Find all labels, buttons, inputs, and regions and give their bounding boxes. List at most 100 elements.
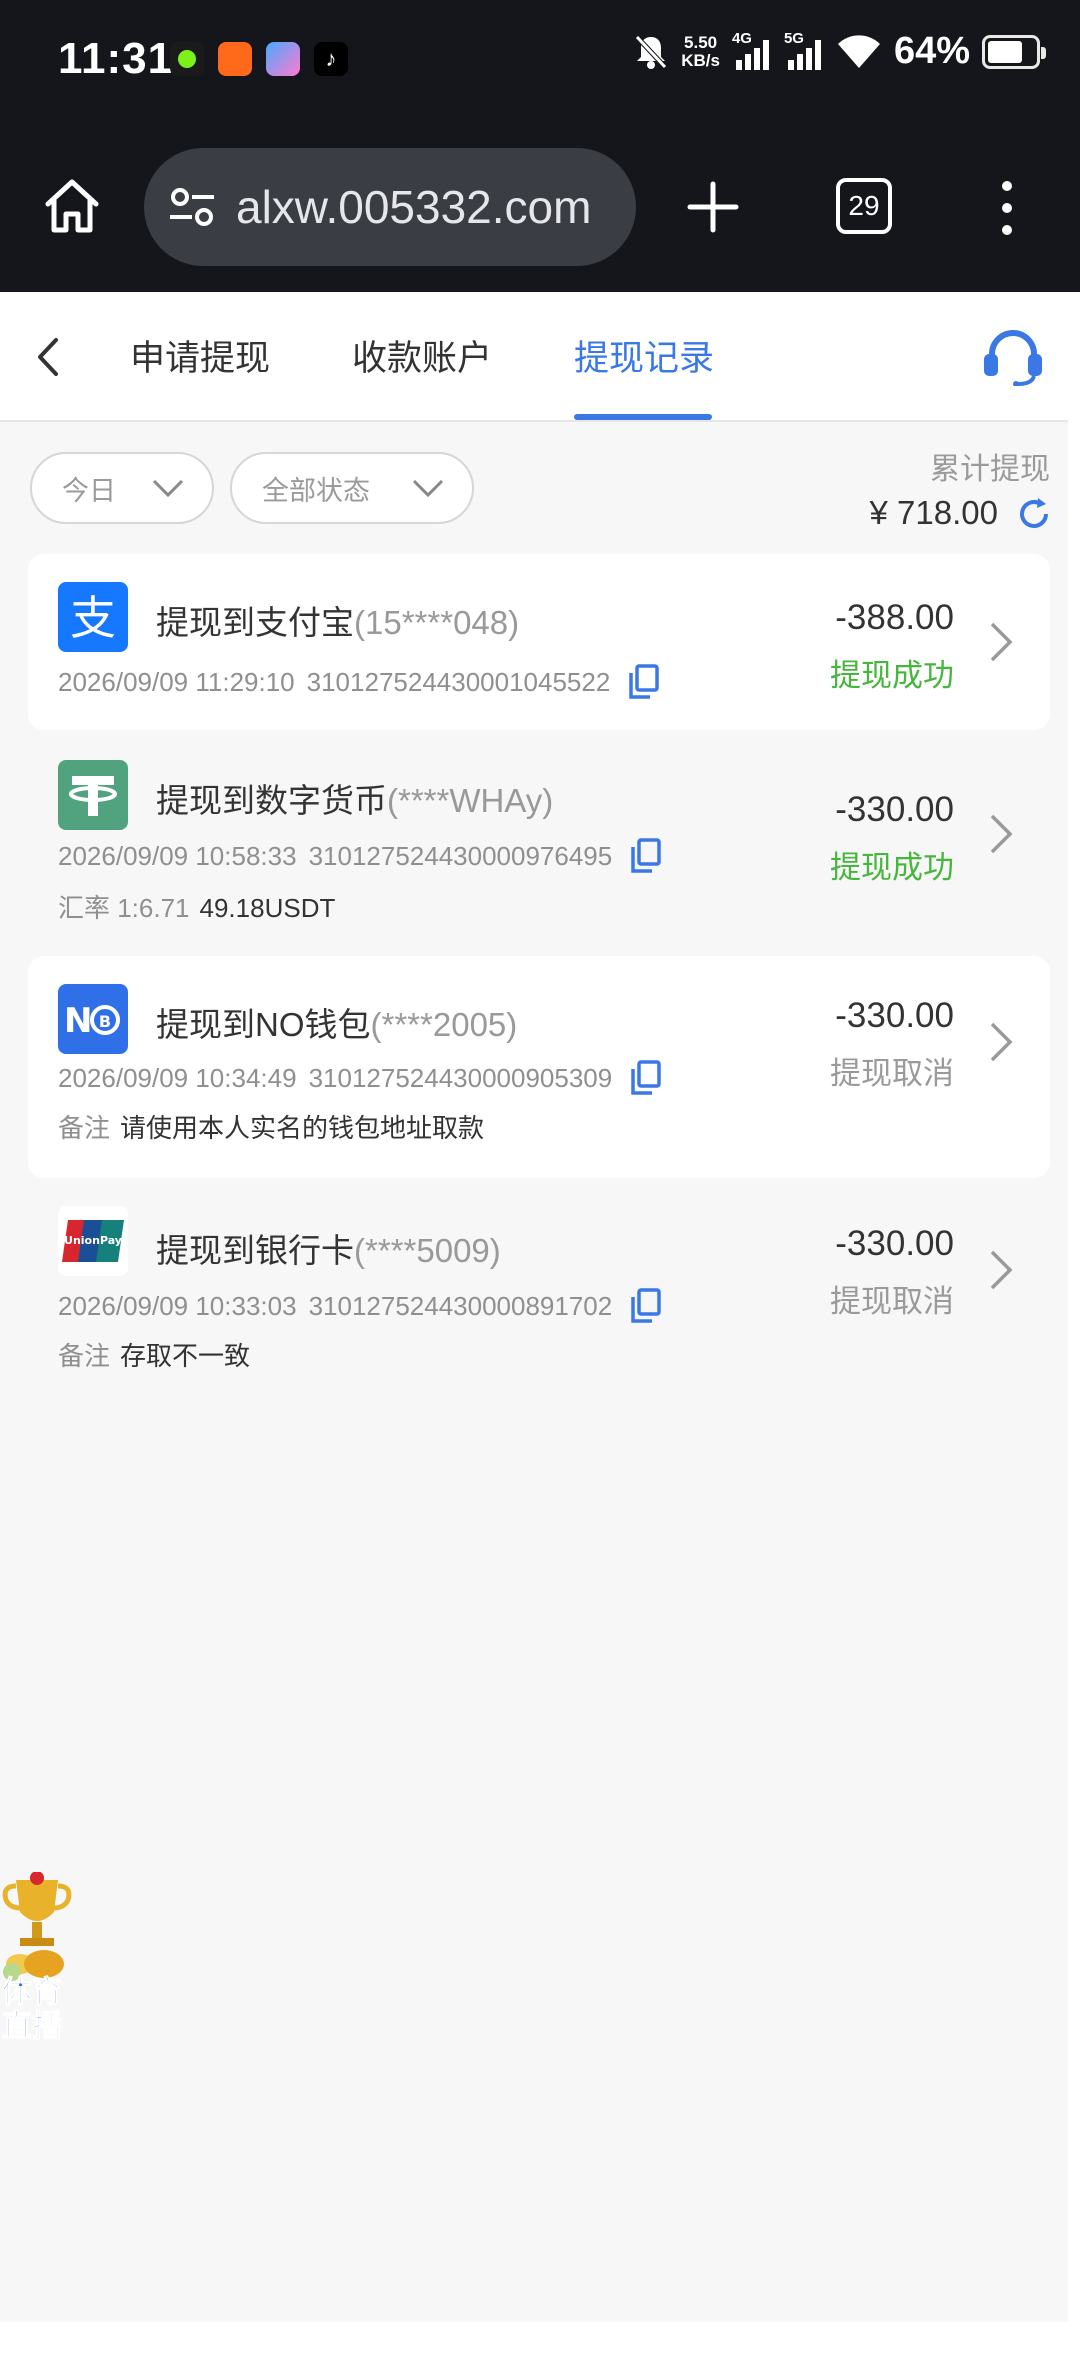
withdraw-records-page: 申请提现 收款账户 提现记录 今日 全部状态 累计提现 ¥ 718.00 支 提… [0,292,1068,2322]
record-amount: -330.00 [835,1224,954,1263]
tab-apply-withdraw[interactable]: 申请提现 [130,330,270,381]
address-bar[interactable]: alxw.005332.com [144,148,636,266]
record-card-no-wallet[interactable]: N B 提现到NO钱包(****2005) 2026/09/09 10:34:4… [28,956,1050,1178]
record-datetime: 2026/09/09 11:29:10 [58,666,295,697]
net-speed-unit: KB/s [681,50,720,70]
record-meta: 2026/09/09 11:29:10 31012752443000104552… [58,664,660,700]
date-filter-dropdown[interactable]: 今日 [30,452,214,524]
tab-payee-account[interactable]: 收款账户 [352,330,492,381]
badge-line-2: 直播 [2,2010,63,2044]
browser-toolbar: alxw.005332.com 29 [0,120,1080,292]
record-order-number: 310127524430000891702 [308,1290,613,1321]
copy-icon[interactable] [630,1288,662,1324]
record-order-number: 310127524430001045522 [306,666,611,697]
record-meta: 2026/09/09 10:58:33 31012752443000097649… [58,838,662,874]
chevron-down-icon [152,479,184,498]
record-title-text: 提现到银行卡 [156,1232,354,1269]
copy-icon[interactable] [630,1060,662,1096]
record-order-number: 310127524430000976495 [308,840,613,871]
record-status: 提现成功 [830,658,954,693]
record-amount: -388.00 [835,598,954,637]
url-text: alxw.005332.com [236,181,592,233]
chevron-right-icon [990,1022,1013,1062]
battery-icon [982,34,1046,69]
record-datetime: 2026/09/09 10:58:33 [58,840,297,871]
note-label: 备注 [58,1341,111,1371]
note-label: 备注 [58,1113,111,1143]
record-meta: 2026/09/09 10:33:03 31012752443000089170… [58,1288,662,1324]
chevron-down-icon [412,479,444,498]
record-status: 提现取消 [830,1284,954,1319]
record-card-crypto[interactable]: 提现到数字货币(****WHAy) 2026/09/09 10:58:33 31… [28,738,1050,923]
chevron-right-icon [990,1250,1013,1290]
status-filter-dropdown[interactable]: 全部状态 [230,452,474,524]
customer-service-headset-icon[interactable] [980,326,1046,386]
record-status: 提现成功 [830,850,954,885]
no-wallet-icon: N B [58,984,128,1054]
more-menu-icon[interactable] [990,178,1024,238]
back-arrow-icon[interactable] [28,332,68,382]
notification-icons: ♪ [170,42,348,76]
battery-percent: 64% [893,30,970,72]
sports-live-label: 体育 直播 [2,1976,63,2044]
svg-text:支: 支 [70,591,116,645]
active-tab-indicator [574,414,712,420]
net-speed: 5.50 KB/s [681,32,720,70]
record-datetime: 2026/09/09 10:34:49 [58,1062,297,1093]
record-account: (15****048) [354,604,520,641]
tab-withdraw-records[interactable]: 提现记录 [574,330,714,381]
site-settings-icon[interactable] [164,179,220,235]
svg-text:N: N [64,1001,92,1041]
record-account: (****5009) [354,1232,501,1269]
top-tab-bar: 申请提现 收款账户 提现记录 [0,292,1068,422]
green-dot-app-icon [170,42,204,76]
record-title-text: 提现到数字货币 [156,782,387,819]
record-status: 提现取消 [830,1056,954,1091]
record-datetime: 2026/09/09 10:33:03 [58,1290,297,1321]
record-card-bank[interactable]: UnionPay 提现到银行卡(****5009) 2026/09/09 10:… [28,1188,1050,1388]
status-time: 11:31 [58,34,174,83]
home-icon[interactable] [42,176,102,236]
record-account: (****2005) [370,1006,518,1043]
svg-text:UnionPay: UnionPay [64,1234,122,1247]
blue-app-icon [266,42,300,76]
date-filter-value: 今日 [62,475,116,506]
sports-live-float-button[interactable]: 体育 直播 [0,1871,74,2052]
refresh-icon[interactable] [1016,496,1052,532]
total-withdraw-amount: ¥ 718.00 [869,494,998,531]
new-tab-icon[interactable] [686,180,740,234]
record-order-number: 310127524430000905309 [308,1062,613,1093]
status-bar: 11:31 ♪ 5.50 KB/s 4G 5G 64% [0,0,1080,120]
wifi-icon [837,34,880,68]
note-text: 存取不一致 [120,1341,251,1371]
net-speed-value: 5.50 [684,32,718,52]
alipay-icon: 支 [58,582,128,652]
record-note: 汇率 1:6.71 49.18USDT [58,888,335,925]
record-meta: 2026/09/09 10:34:49 31012752443000090530… [58,1060,662,1096]
record-title-text: 提现到NO钱包 [156,1006,371,1043]
signal-4g-icon: 4G [732,30,772,72]
record-amount: -330.00 [835,790,954,829]
page-right-edge [1068,292,1080,2322]
taobao-flash-app-icon [218,42,252,76]
record-account: (****WHAy) [387,782,554,819]
copy-icon[interactable] [628,664,660,700]
status-filter-value: 全部状态 [262,475,370,506]
trophy-icon [2,1871,72,1981]
tab-switcher-button[interactable]: 29 [836,178,892,234]
total-withdraw-label: 累计提现 [930,453,1050,486]
record-card-alipay[interactable]: 支 提现到支付宝(15****048) 2026/09/09 11:29:10 … [28,554,1050,730]
exchange-rate-label: 汇率 1:6.71 [58,893,190,923]
record-amount: -330.00 [835,996,954,1035]
chevron-right-icon [990,814,1013,854]
svg-text:B: B [99,1012,111,1031]
record-title: 提现到支付宝(15****048) [156,596,519,644]
record-note: 备注 请使用本人实名的钱包地址取款 [58,1108,484,1145]
record-title: 提现到NO钱包(****2005) [156,998,517,1046]
record-title-text: 提现到支付宝 [156,604,354,641]
usdt-icon [58,760,128,830]
usdt-amount: 49.18USDT [199,893,336,923]
copy-icon[interactable] [630,838,662,874]
chevron-right-icon [990,622,1013,662]
badge-line-1: 体育 [2,1976,63,2010]
